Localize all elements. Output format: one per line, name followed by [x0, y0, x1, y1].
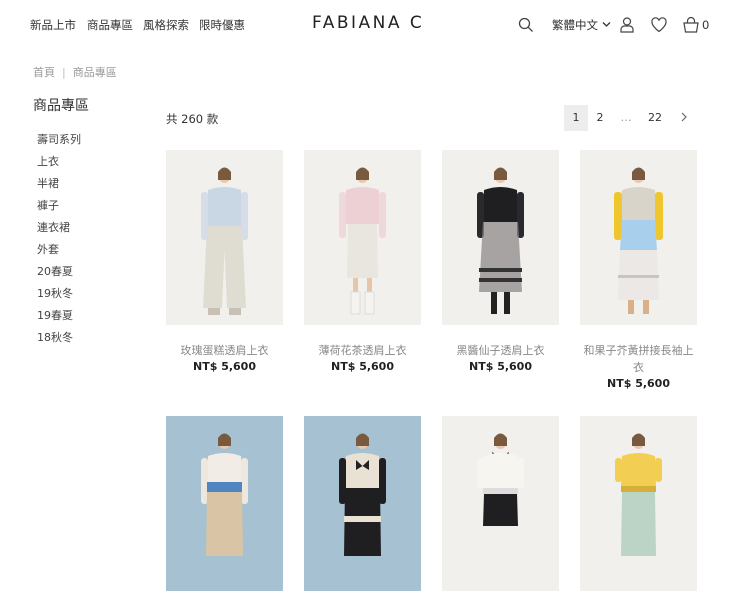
category-item[interactable]: 壽司系列	[37, 133, 81, 155]
language-selector[interactable]: 繁體中文	[552, 17, 611, 33]
chevron-right-icon	[681, 112, 687, 122]
product-image[interactable]	[166, 416, 283, 591]
product-name[interactable]: 玫瑰蛋糕透肩上衣	[166, 342, 283, 359]
category-item[interactable]: 19春夏	[37, 309, 81, 331]
product-price: NT$ 5,600	[469, 360, 532, 373]
product-image[interactable]	[304, 150, 421, 325]
nav-style-explore[interactable]: 風格探索	[143, 17, 189, 33]
page-1-button[interactable]: 1	[564, 105, 588, 131]
product-count: 共 260 款	[166, 112, 219, 126]
page-22-button[interactable]: 22	[644, 105, 666, 131]
product-name[interactable]: 薄荷花茶透肩上衣	[304, 342, 421, 359]
cart-count: 0	[702, 18, 710, 32]
page-ellipsis: …	[620, 111, 632, 124]
language-label: 繁體中文	[552, 18, 598, 32]
product-price: NT$ 5,600	[193, 360, 256, 373]
category-item[interactable]: 18秋冬	[37, 331, 81, 353]
product-card[interactable]: 玫瑰蛋糕透肩上衣 NT$ 5,600	[166, 150, 283, 373]
brand-logo[interactable]: FABIANA C	[312, 13, 424, 33]
product-card[interactable]	[166, 416, 283, 591]
category-item[interactable]: 褲子	[37, 199, 81, 221]
page-2-button[interactable]: 2	[590, 105, 610, 131]
product-image[interactable]	[580, 416, 697, 591]
product-name[interactable]: 黑醬仙子透肩上衣	[442, 342, 559, 359]
product-card[interactable]: 黑醬仙子透肩上衣 NT$ 5,600	[442, 150, 559, 373]
product-image[interactable]	[442, 416, 559, 591]
product-card[interactable]	[442, 416, 559, 591]
product-image[interactable]	[304, 416, 421, 591]
breadcrumb: 首頁 | 商品專區	[33, 64, 117, 80]
breadcrumb-current: 商品專區	[72, 66, 117, 79]
product-name[interactable]: 和果子芥黃拼接長袖上衣	[580, 342, 697, 376]
nav-products[interactable]: 商品專區	[87, 17, 133, 33]
heart-icon[interactable]	[650, 16, 668, 34]
chevron-down-icon	[602, 22, 611, 27]
product-image[interactable]	[580, 150, 697, 325]
sidebar-title: 商品專區	[33, 98, 89, 114]
product-image[interactable]	[166, 150, 283, 325]
next-page-button[interactable]	[674, 105, 694, 131]
category-item[interactable]: 上衣	[37, 155, 81, 177]
product-card[interactable]: 和果子芥黃拼接長袖上衣 NT$ 5,600	[580, 150, 697, 390]
search-icon[interactable]	[517, 16, 535, 34]
category-item[interactable]: 外套	[37, 243, 81, 265]
nav-limited-offers[interactable]: 限時優惠	[199, 17, 245, 33]
user-icon[interactable]	[618, 16, 636, 34]
product-card[interactable]	[304, 416, 421, 591]
nav-new-arrivals[interactable]: 新品上市	[30, 17, 76, 33]
breadcrumb-home[interactable]: 首頁	[33, 66, 55, 79]
cart-icon[interactable]	[682, 16, 700, 34]
category-item[interactable]: 20春夏	[37, 265, 81, 287]
category-list: 壽司系列 上衣 半裙 褲子 連衣裙 外套 20春夏 19秋冬 19春夏 18秋冬	[37, 133, 81, 353]
product-image[interactable]	[442, 150, 559, 325]
category-item[interactable]: 半裙	[37, 177, 81, 199]
product-price: NT$ 5,600	[331, 360, 394, 373]
breadcrumb-separator: |	[62, 66, 66, 79]
category-item[interactable]: 連衣裙	[37, 221, 81, 243]
product-card[interactable]	[580, 416, 697, 591]
product-card[interactable]: 薄荷花茶透肩上衣 NT$ 5,600	[304, 150, 421, 373]
category-item[interactable]: 19秋冬	[37, 287, 81, 309]
top-navigation: 新品上市 商品專區 風格探索 限時優惠 FABIANA C 繁體中文 0	[0, 0, 730, 50]
product-price: NT$ 5,600	[607, 377, 670, 390]
